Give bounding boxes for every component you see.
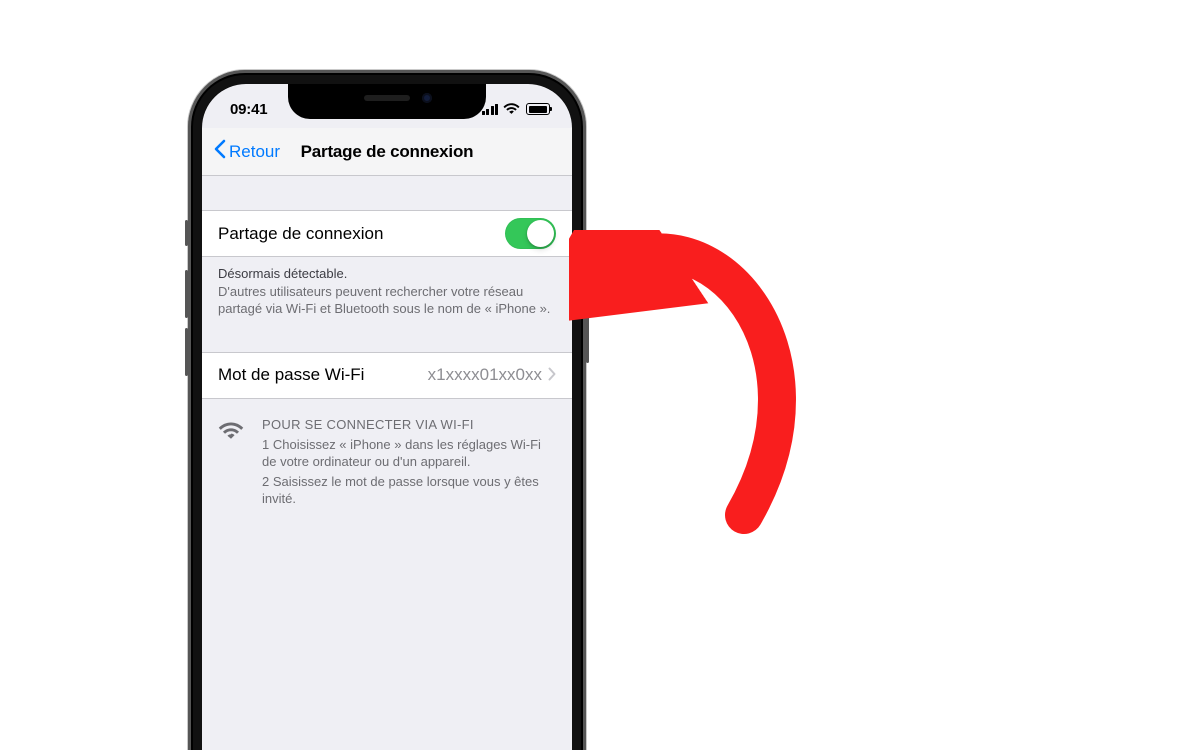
- hotspot-toggle[interactable]: [505, 218, 556, 249]
- instructions-step-2: 2 Saisissez le mot de passe lorsque vous…: [262, 473, 556, 508]
- footer-line2: D'autres utilisateurs peuvent rechercher…: [218, 283, 556, 318]
- battery-icon: [526, 103, 550, 115]
- hotspot-label: Partage de connexion: [218, 224, 383, 244]
- wifi-password-row[interactable]: Mot de passe Wi-Fi x1xxxx01xx0xx: [202, 352, 572, 399]
- wifi-password-value: x1xxxx01xx0xx: [428, 365, 548, 385]
- instructions-title: POUR SE CONNECTER VIA WI-FI: [262, 417, 556, 432]
- chevron-right-icon: [548, 364, 556, 387]
- instructions-step-1: 1 Choisissez « iPhone » dans les réglage…: [262, 436, 556, 471]
- phone-power-button: [586, 285, 589, 363]
- phone-volume-up: [185, 270, 188, 318]
- wifi-password-label: Mot de passe Wi-Fi: [218, 365, 364, 385]
- phone-volume-down: [185, 328, 188, 376]
- phone-screen: 09:41 Retour Partage de connexio: [202, 84, 572, 750]
- phone-notch: [288, 84, 486, 119]
- back-button[interactable]: Retour: [208, 128, 280, 175]
- status-time: 09:41: [222, 101, 267, 118]
- canvas: 09:41 Retour Partage de connexio: [0, 0, 1200, 750]
- back-label: Retour: [229, 142, 280, 162]
- hotspot-row[interactable]: Partage de connexion: [202, 210, 572, 257]
- phone-frame: 09:41 Retour Partage de connexio: [187, 69, 587, 750]
- chevron-left-icon: [214, 139, 226, 164]
- wifi-instructions: POUR SE CONNECTER VIA WI-FI 1 Choisissez…: [202, 399, 572, 520]
- wifi-icon: [218, 417, 246, 510]
- settings-content: Partage de connexion Désormais détectabl…: [202, 176, 572, 520]
- nav-bar: Retour Partage de connexion: [202, 128, 572, 176]
- annotation-arrow: [569, 230, 869, 555]
- hotspot-footer: Désormais détectable. D'autres utilisate…: [202, 257, 572, 318]
- footer-line1: Désormais détectable.: [218, 265, 556, 283]
- nav-title: Partage de connexion: [301, 142, 474, 162]
- wifi-icon: [503, 101, 520, 118]
- phone-mute-switch: [185, 220, 188, 246]
